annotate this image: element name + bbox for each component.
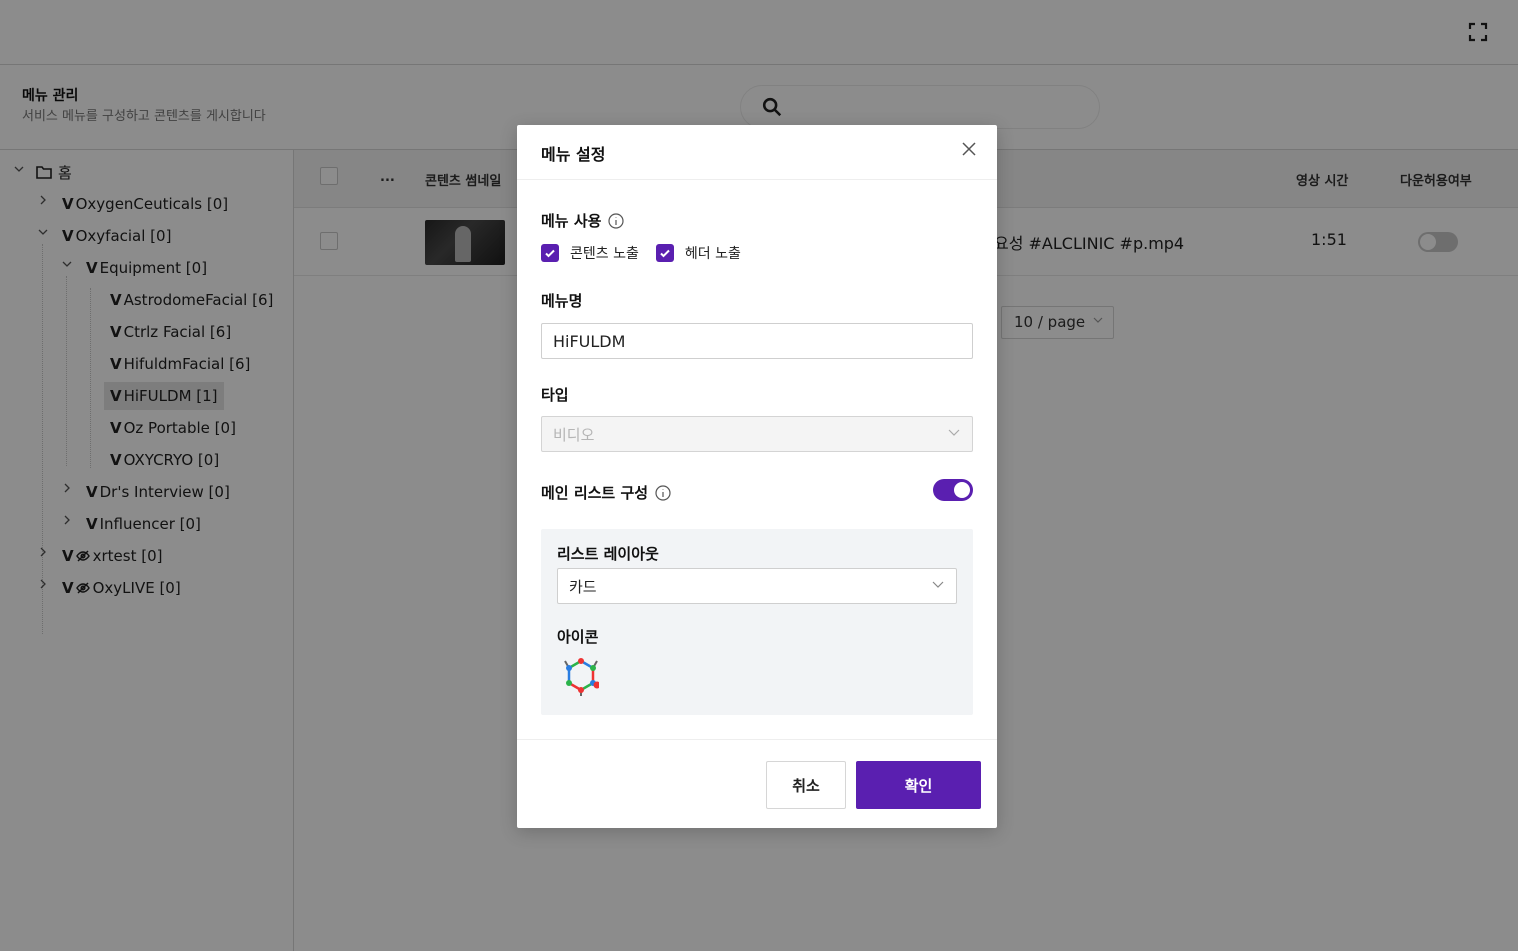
modal-header: 메뉴 설정 [517,125,997,180]
modal-footer: 취소 확인 [517,739,997,828]
header-visible-checkbox[interactable]: 헤더 노출 [655,243,741,263]
type-select-value: 비디오 [553,426,595,444]
list-layout-label: 리스트 레이아웃 [557,545,659,563]
content-visible-label: 콘텐츠 노출 [570,246,639,262]
chevron-down-icon [948,429,960,436]
confirm-button[interactable]: 확인 [856,761,981,809]
modal-title: 메뉴 설정 [541,145,606,164]
type-select: 비디오 [541,416,973,452]
chevron-down-icon [932,581,944,588]
list-layout-value: 카드 [569,578,597,596]
menu-use-label: 메뉴 사용 [541,210,625,231]
icon-label: 아이콘 [557,628,599,646]
main-list-settings-panel: 리스트 레이아웃 카드 아이콘 [541,529,973,715]
molecule-icon[interactable] [563,655,599,697]
main-list-label: 메인 리스트 구성 [541,482,671,503]
type-label: 타입 [541,386,569,404]
list-layout-select[interactable]: 카드 [557,568,957,604]
checkmark-icon[interactable] [541,244,559,262]
header-visible-label: 헤더 노출 [684,246,741,262]
content-visible-checkbox[interactable]: 콘텐츠 노출 [541,243,639,263]
main-list-switch[interactable] [933,479,973,501]
close-icon[interactable] [961,141,977,157]
menu-name-input[interactable] [541,323,973,359]
menu-name-label: 메뉴명 [541,292,583,310]
cancel-button[interactable]: 취소 [766,761,846,809]
info-icon[interactable] [608,212,625,229]
menu-settings-modal: 메뉴 설정 메뉴 사용 콘텐츠 노출 헤더 노출 메뉴명 타입 비디오 메인 리… [517,125,997,828]
menu-use-label-text: 메뉴 사용 [541,212,602,230]
main-list-label-text: 메인 리스트 구성 [541,484,649,502]
checkmark-icon[interactable] [655,244,674,262]
menu-use-options: 콘텐츠 노출 헤더 노출 [541,243,758,263]
info-icon[interactable] [655,484,671,501]
